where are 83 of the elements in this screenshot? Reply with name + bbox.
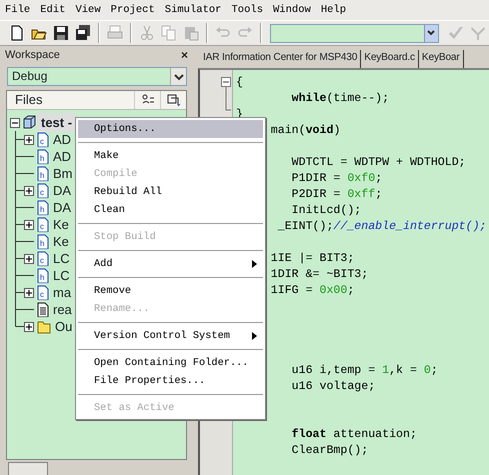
panel-tab[interactable]	[8, 462, 48, 475]
copy-icon	[161, 25, 177, 41]
menu-item[interactable]: File	[0, 0, 36, 20]
c-file-icon: c	[37, 217, 49, 232]
code-line: 1IE |= BIT3;	[270, 252, 354, 265]
tree-item[interactable]: AD	[49, 146, 76, 166]
clipboard-icon	[183, 25, 199, 41]
code-line: WDTCTL = WDTPW + WDTHOLD;	[292, 156, 466, 169]
checkmark-icon	[448, 25, 464, 41]
menu-item[interactable]: Help	[316, 0, 352, 20]
save-icon	[53, 25, 69, 41]
tree-item[interactable]: DA	[49, 180, 76, 200]
column-options-icon[interactable]	[140, 94, 154, 106]
code-line: u16 i,temp = 1,k = 0;	[292, 364, 438, 377]
scissors-icon	[139, 25, 155, 41]
expand-icon[interactable]	[24, 186, 34, 196]
menu-item[interactable]: Simulator	[160, 0, 226, 20]
menu-item[interactable]: Options...	[78, 120, 263, 138]
code-line: main(void)	[270, 124, 340, 137]
menu-item[interactable]: Project	[106, 0, 160, 20]
expand-icon[interactable]	[24, 288, 34, 298]
code-line: while(time--);	[292, 92, 390, 105]
code-line: {	[236, 76, 243, 89]
expand-icon[interactable]	[24, 134, 34, 144]
h-file-icon: h	[37, 200, 49, 215]
menu-item[interactable]: Version Control System	[78, 327, 263, 345]
code-line: P2DIR = 0xff;	[292, 188, 382, 201]
menu-item[interactable]: View	[70, 0, 106, 20]
c-file-icon: c	[37, 251, 49, 266]
tree-item[interactable]: LC	[49, 266, 74, 286]
code-line: InitLcd();	[292, 204, 362, 217]
code-line: _EINT();//_enable_interrupt();	[278, 220, 486, 233]
tree-item[interactable]: Ke	[49, 214, 73, 234]
code-line: 1IFG = 0x00;	[270, 284, 354, 297]
configuration-dropdown[interactable]: Debug	[7, 67, 187, 86]
fork-icon	[470, 25, 486, 41]
tree-item[interactable]: rea	[49, 300, 76, 320]
menu-item[interactable]: Rebuild All	[78, 183, 263, 201]
menu-item[interactable]: Make	[78, 147, 263, 165]
h-file-icon: h	[37, 166, 49, 181]
tree-item[interactable]: LC	[49, 248, 74, 268]
tree-item[interactable]: Ke	[49, 232, 73, 252]
column-settings-icon[interactable]	[166, 94, 180, 106]
code-line: ClearBmp();	[292, 444, 368, 457]
submenu-arrow-icon	[252, 260, 257, 268]
collapse-icon[interactable]	[10, 118, 20, 128]
folder-icon	[37, 319, 51, 334]
h-file-icon: h	[37, 268, 49, 283]
code-line: 1DIR &= ~BIT3;	[270, 268, 368, 281]
menu-item[interactable]: Add	[78, 255, 263, 273]
submenu-arrow-icon	[252, 332, 257, 340]
new-file-icon	[9, 25, 25, 41]
save-all-icon	[75, 25, 91, 41]
tree-item[interactable]: Bm	[49, 164, 76, 184]
printer-icon	[107, 25, 123, 41]
expand-icon[interactable]	[24, 220, 34, 230]
menu-item[interactable]: File Properties...	[78, 372, 263, 390]
project-icon	[22, 115, 36, 130]
column-header: Files	[14, 91, 44, 110]
tree-item[interactable]: test -	[37, 112, 76, 132]
tree-item[interactable]: Ou	[51, 316, 76, 336]
tree-item[interactable]: DA	[49, 198, 76, 218]
c-file-icon: c	[37, 285, 49, 300]
tree-item[interactable]: ma	[49, 282, 76, 302]
c-file-icon: c	[37, 132, 49, 147]
expand-icon[interactable]	[24, 322, 34, 332]
menu-item[interactable]: Edit	[35, 0, 70, 20]
tree-item[interactable]: AD	[49, 130, 76, 150]
c-file-icon: c	[37, 183, 49, 198]
close-button[interactable]: ×	[180, 46, 188, 64]
code-line: u16 voltage;	[292, 380, 376, 393]
expand-icon[interactable]	[24, 254, 34, 264]
code-line: float attenuation;	[292, 428, 417, 441]
menu-item[interactable]: Remove	[78, 282, 263, 300]
text-file-icon	[37, 302, 49, 317]
code-line: P1DIR = 0xf0;	[292, 172, 382, 185]
menu-item[interactable]: Window	[268, 0, 316, 20]
h-file-icon: h	[37, 149, 49, 164]
h-file-icon: h	[37, 234, 49, 249]
panel-title: Workspace	[5, 48, 60, 63]
menu-item[interactable]: Open Containing Folder...	[78, 354, 263, 372]
menu-item[interactable]: Tools	[226, 0, 268, 20]
menu-item[interactable]: Clean	[78, 201, 263, 219]
